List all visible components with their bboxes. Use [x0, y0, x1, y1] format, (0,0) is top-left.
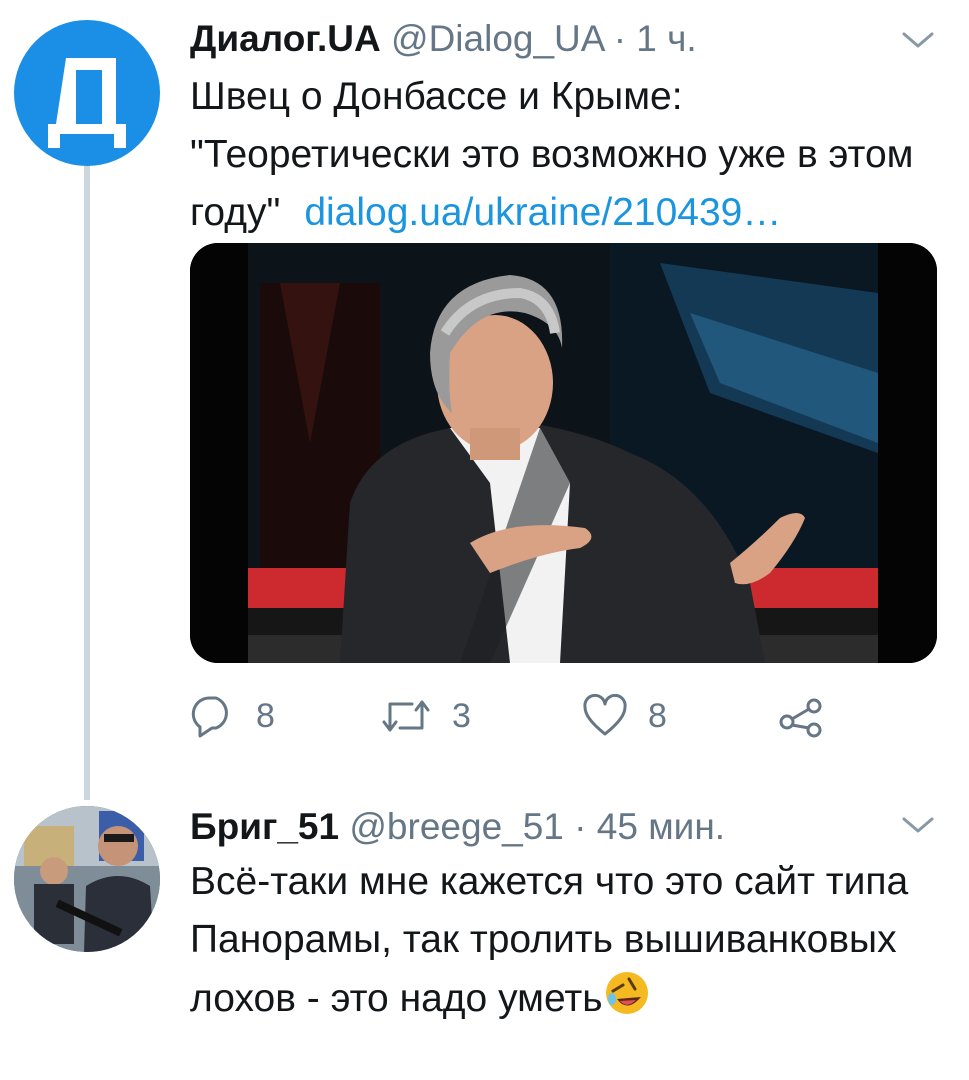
like-icon: [583, 694, 627, 736]
avatar-photo: [14, 806, 160, 952]
rolling-on-floor-laughing-emoji-icon: [605, 972, 648, 1014]
avatar-letter-d-icon: [48, 58, 126, 148]
reply-button[interactable]: 8: [190, 692, 275, 740]
share-button[interactable]: [778, 692, 824, 740]
studio-photo: [190, 243, 937, 663]
reply-icon: [191, 696, 228, 738]
tweet-media-image[interactable]: [190, 243, 937, 663]
thread-connector-line: [84, 165, 90, 800]
avatar-dialog-ua[interactable]: [14, 20, 160, 166]
chevron-down-icon[interactable]: [898, 28, 938, 52]
like-button[interactable]: 8: [582, 692, 667, 740]
share-icon: [779, 698, 822, 738]
tweet-header: Бриг_51 @breege_51 · 45 мин.: [190, 806, 725, 848]
avatar-brieg-51[interactable]: [14, 806, 160, 952]
tweet-header: Диалог.UA @Dialog_UA · 1 ч.: [190, 18, 697, 60]
retweet-button[interactable]: 3: [380, 692, 471, 740]
tweet-link[interactable]: dialog.ua/ukraine/210439…: [304, 191, 781, 234]
tweet-text: Всё-таки мне кажется что это сайт типа П…: [190, 853, 930, 1028]
author-name[interactable]: Диалог.UA: [190, 18, 381, 59]
tweet-time[interactable]: · 45 мин.: [574, 806, 725, 847]
retweet-icon: [382, 700, 430, 732]
author-handle[interactable]: @Dialog_UA: [391, 18, 603, 59]
reply-count: 8: [256, 696, 275, 735]
tweet-text: Швец о Донбассе и Крыме: "Теоретически э…: [190, 68, 950, 242]
chevron-down-icon[interactable]: [898, 813, 938, 837]
retweet-count: 3: [452, 696, 471, 735]
author-name[interactable]: Бриг_51: [190, 806, 339, 847]
like-count: 8: [648, 696, 667, 735]
tweet-body: Всё-таки мне кажется что это сайт типа П…: [190, 860, 909, 1020]
author-handle[interactable]: @breege_51: [349, 806, 564, 847]
tweet-time[interactable]: · 1 ч.: [614, 18, 697, 59]
